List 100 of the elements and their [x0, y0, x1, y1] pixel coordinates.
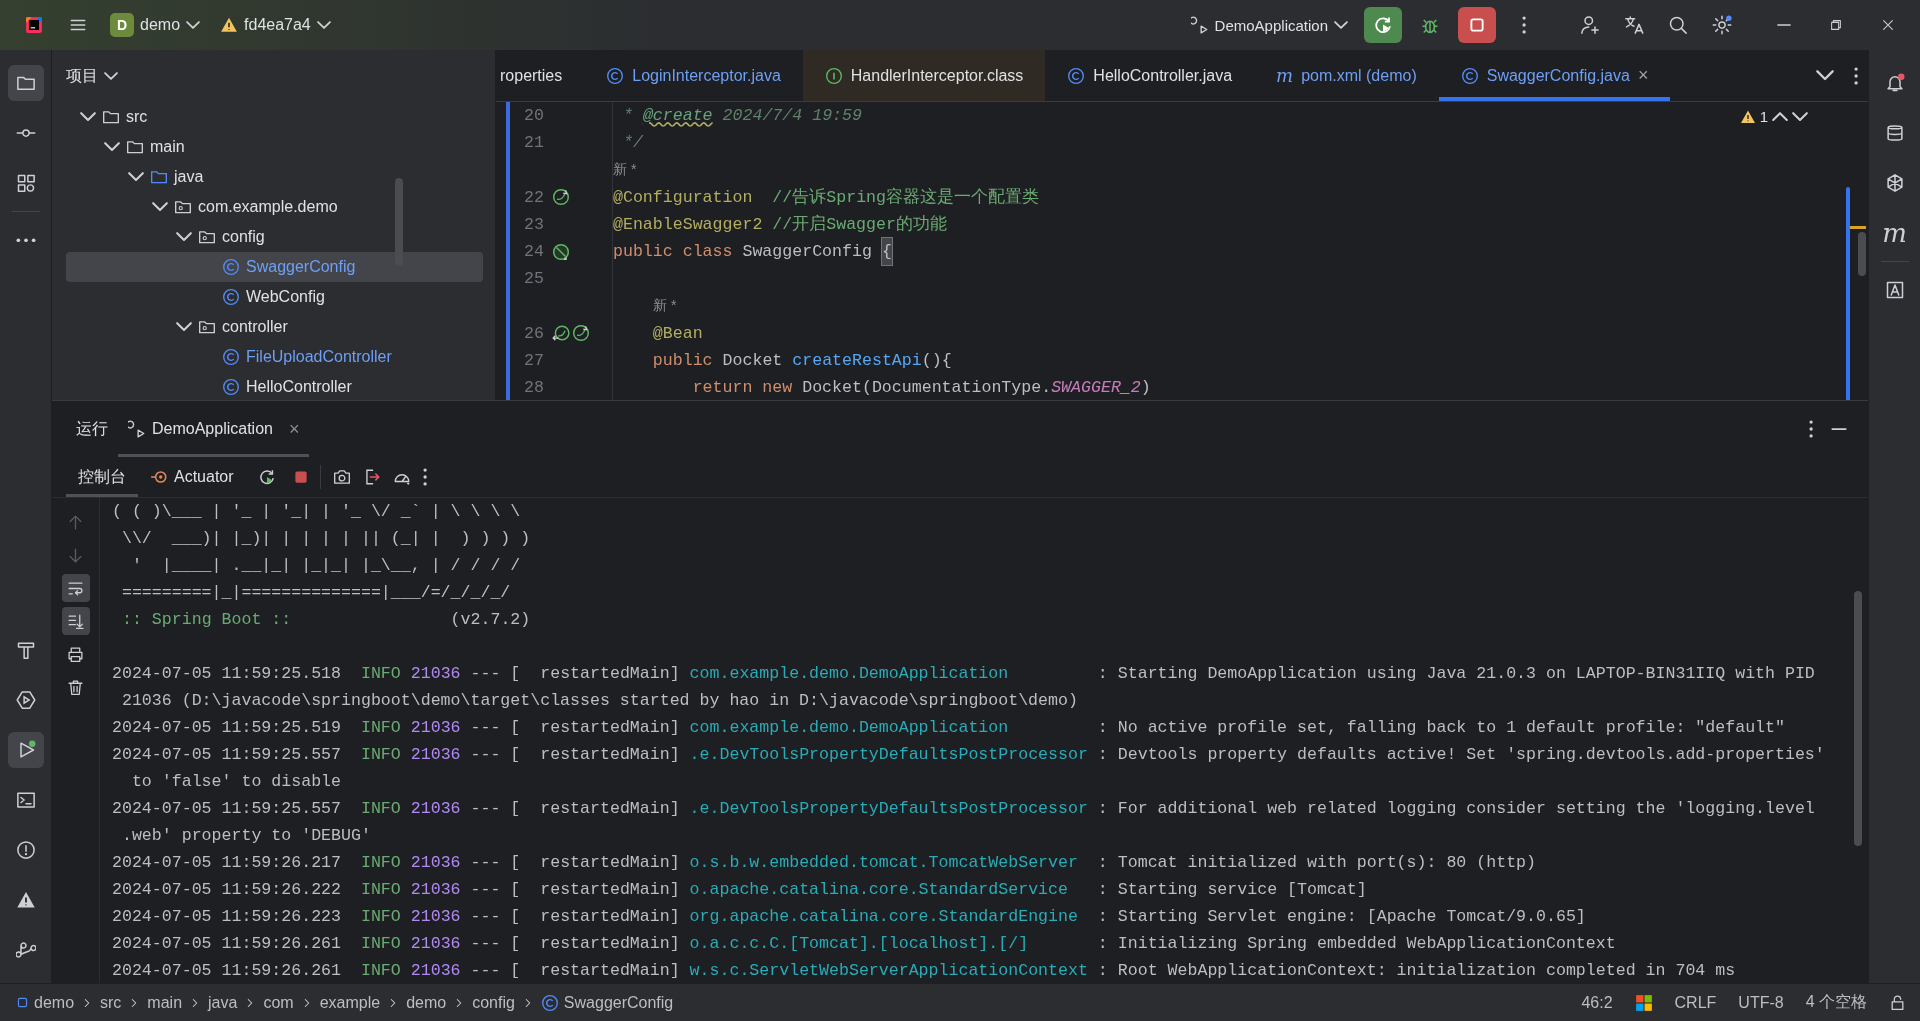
run-config-icon [1190, 16, 1209, 34]
class-icon [606, 66, 625, 85]
close-tab-button[interactable]: × [288, 418, 300, 440]
project-badge: D [110, 13, 134, 37]
warning-marker [1850, 226, 1866, 229]
branch-selector[interactable]: fd4ea7a4 [212, 12, 339, 38]
line-number: 21 [523, 132, 544, 155]
project-view-selector[interactable]: 项目 [66, 65, 118, 87]
tree-item[interactable]: main [66, 132, 483, 162]
bean-icon[interactable] [572, 324, 590, 343]
file-encoding[interactable]: UTF-8 [1738, 993, 1784, 1012]
author-hint[interactable]: 新 * [613, 292, 677, 320]
log-line: 2024-07-05 11:59:25.519 INFO 21036 --- [ restartedMain] com.example.demo.DemoApplication : No active profile set, falling back to 1 default profile: "default" [112, 717, 1786, 739]
chevron-icon [186, 21, 201, 29]
breadcrumb[interactable]: demo [406, 993, 447, 1012]
scrollbar[interactable] [1854, 591, 1862, 846]
chevron-icon[interactable] [176, 232, 192, 242]
caret-position[interactable]: 46:2 [1581, 993, 1613, 1012]
soft-wrap-button[interactable] [61, 574, 90, 602]
folder-tool-button[interactable] [7, 65, 44, 101]
module-icon [16, 996, 29, 1009]
run-configuration-selector[interactable]: DemoApplication [1182, 12, 1356, 38]
code-line: */ [621, 132, 643, 155]
tree-item[interactable]: config [66, 222, 483, 252]
tree-item[interactable]: FileUploadController [66, 342, 483, 372]
line-separator[interactable]: CRLF [1674, 993, 1717, 1012]
package-icon [198, 318, 216, 336]
rerun-icon [257, 468, 276, 486]
tree-item[interactable]: java [66, 162, 483, 192]
breadcrumb[interactable]: main [147, 993, 183, 1012]
folder-icon [126, 138, 144, 156]
git-branch-icon [15, 940, 36, 960]
scrollbar[interactable] [1858, 232, 1866, 276]
add-user-icon [1580, 15, 1600, 35]
editor-tab[interactable]: SwaggerConfig.java × [1438, 50, 1671, 101]
code-line: @Bean [651, 322, 703, 345]
breadcrumb[interactable]: SwaggerConfig [540, 993, 674, 1012]
kebab-icon [1853, 66, 1858, 85]
breadcrumb[interactable]: src [100, 993, 122, 1012]
chevron-icon[interactable] [80, 112, 96, 122]
breadcrumb[interactable]: demo [16, 993, 75, 1012]
banner-line: :: Spring Boot :: (v2.7.2) [120, 609, 532, 631]
tree-item[interactable]: src [66, 102, 483, 132]
run-tab[interactable]: DemoApplication × [118, 401, 310, 457]
package-icon [198, 228, 216, 246]
editor-tab[interactable]: roperties [496, 50, 585, 101]
close-icon [1881, 18, 1895, 32]
banner-line: ( ( )\___ | '_ | '_| | '_ \/ _` | \ \ \ \ [112, 501, 522, 523]
tree-item[interactable]: com.example.demo [66, 192, 483, 222]
scrollbar[interactable] [395, 178, 403, 266]
chevron-icon[interactable] [104, 142, 120, 152]
banner-line: \\/ ___)| |_)| | | | | || (_| | ) ) ) ) [120, 528, 532, 550]
hammer-icon [15, 640, 36, 660]
tree-item[interactable]: SwaggerConfig [66, 252, 483, 282]
breadcrumb[interactable]: example [319, 993, 381, 1012]
maven-tool-button[interactable]: m [1876, 215, 1913, 251]
implementation-icon[interactable] [552, 324, 570, 343]
chevron-icon[interactable] [128, 172, 144, 182]
problems-indicator[interactable]: 1 [1739, 108, 1808, 125]
chevron-icon[interactable] [152, 202, 168, 212]
chevron-icon[interactable] [176, 322, 192, 332]
project-selector[interactable]: D demo [102, 9, 209, 41]
breadcrumb[interactable]: com [263, 993, 294, 1012]
editor-tab[interactable]: HelloController.java [1045, 50, 1255, 101]
kebab-icon [1521, 16, 1527, 34]
bean-icon[interactable] [552, 188, 570, 207]
search-icon [1668, 15, 1688, 35]
down-chevron-icon [1792, 111, 1808, 122]
line-number: 22 [523, 186, 544, 209]
close-tab-button[interactable]: × [1637, 65, 1649, 86]
editor-tab[interactable]: LoginInterceptor.java [584, 50, 803, 101]
editor-tab[interactable]: HandlerInterceptor.class [802, 50, 1046, 101]
tree-item[interactable]: HelloController [66, 372, 483, 400]
breadcrumb[interactable]: java [208, 993, 238, 1012]
class-icon [1460, 66, 1479, 85]
chevron-icon [1334, 21, 1348, 29]
tree-item[interactable]: WebConfig [66, 282, 483, 312]
scroll-to-end-button[interactable] [61, 607, 90, 635]
chevron-icon [104, 72, 118, 80]
tree-item[interactable]: controller [66, 312, 483, 342]
class-icon [1067, 66, 1086, 85]
rerun-button[interactable] [1364, 7, 1402, 43]
bean-icon[interactable] [552, 242, 570, 261]
author-hint[interactable]: 新 * [613, 156, 637, 184]
down-arrow-icon [67, 546, 84, 564]
breadcrumb[interactable]: config [472, 993, 515, 1012]
more-icon [15, 237, 36, 243]
code-line: public class SwaggerConfig { [613, 237, 892, 266]
stop-button[interactable] [1458, 7, 1496, 43]
interface-icon [824, 66, 843, 85]
console-tab[interactable]: Actuator [138, 457, 246, 497]
windows-logo-icon[interactable] [1634, 993, 1653, 1012]
run-panel-title: 运行 [75, 418, 109, 439]
lock-icon[interactable] [1889, 994, 1906, 1011]
editor-tab[interactable]: m pom.xml (demo) [1254, 50, 1439, 101]
line-number: 20 [523, 105, 544, 127]
run-tool-button[interactable] [7, 732, 44, 768]
indent-setting[interactable]: 4 个空格 [1805, 992, 1867, 1013]
app-logo [25, 16, 43, 34]
code-line: * @create 2024/7/4 19:59 [621, 105, 862, 127]
